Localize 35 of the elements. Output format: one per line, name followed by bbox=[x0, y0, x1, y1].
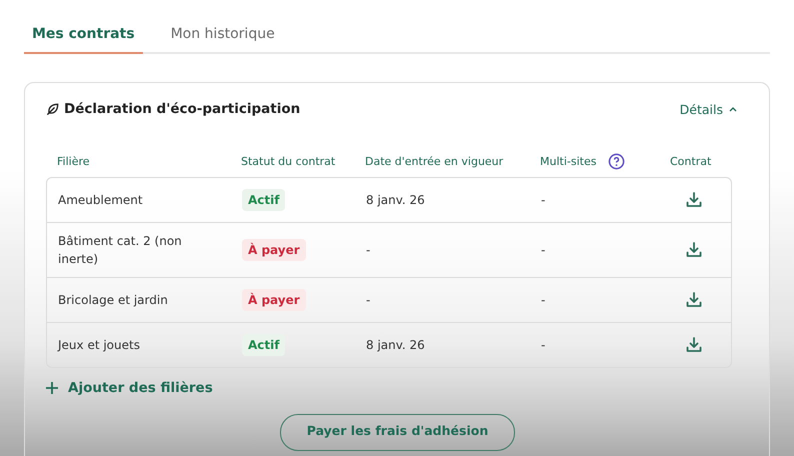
table-cell-text: 8 janv. 26 bbox=[366, 337, 425, 354]
table-cell-text: Bâtiment cat. 2 (non inerte) bbox=[58, 233, 183, 268]
plus-icon bbox=[46, 382, 58, 394]
table-cell-text: Ameublement bbox=[58, 192, 143, 209]
table-cell-text: Jeux et jouets bbox=[58, 337, 140, 354]
status-badge: Actif bbox=[242, 334, 286, 356]
status-badge: Actif bbox=[242, 189, 286, 211]
pay-button[interactable]: Payer les frais d'adhésion bbox=[280, 414, 516, 451]
help-icon[interactable] bbox=[608, 152, 626, 170]
column-header: Multi-sites bbox=[540, 154, 596, 168]
table-cell-text: - bbox=[366, 242, 370, 259]
table-cell-text: - bbox=[541, 192, 546, 209]
details-toggle[interactable]: Détails bbox=[680, 102, 749, 116]
table-cell-text: - bbox=[541, 337, 546, 354]
add-link[interactable]: Ajouter des filières bbox=[46, 380, 213, 396]
table-cell-text: - bbox=[366, 292, 370, 309]
tab[interactable]: Mon historique bbox=[162, 0, 283, 54]
tab[interactable]: Mes contrats bbox=[24, 0, 143, 54]
card-title: Déclaration d'éco-participation bbox=[64, 101, 300, 117]
column-header: Date d'entrée en vigueur bbox=[365, 154, 504, 168]
status-badge: À payer bbox=[242, 239, 306, 261]
download-icon[interactable] bbox=[685, 336, 703, 354]
table-cell-text: - bbox=[541, 292, 546, 309]
table-cell-text: - bbox=[541, 242, 546, 259]
column-header: Filière bbox=[57, 154, 90, 168]
table-cell-text: Bricolage et jardin bbox=[58, 292, 168, 309]
column-header: Contrat bbox=[670, 154, 712, 168]
download-icon[interactable] bbox=[685, 191, 703, 209]
status-badge: À payer bbox=[242, 289, 306, 311]
download-icon[interactable] bbox=[685, 291, 703, 309]
column-header: Statut du contrat bbox=[241, 154, 336, 168]
table-cell-text: 8 janv. 26 bbox=[366, 192, 425, 209]
leaf-icon bbox=[46, 102, 60, 116]
chevron-icon bbox=[729, 106, 737, 112]
download-icon[interactable] bbox=[685, 241, 703, 259]
